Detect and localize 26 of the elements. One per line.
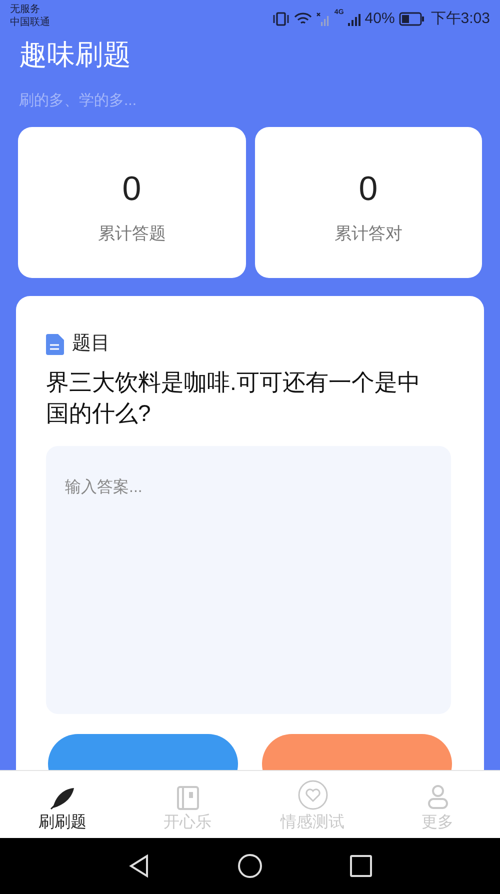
- stat-label: 累计答对: [334, 223, 402, 245]
- signal-icon: [316, 12, 330, 26]
- battery-percent: 40%: [364, 9, 395, 29]
- page-subtitle: 刷的多、学的多...: [19, 91, 138, 111]
- no-service-text: 无服务: [10, 3, 41, 16]
- page-title: 趣味刷题: [19, 38, 132, 72]
- person-icon: [426, 784, 448, 810]
- carrier-name: 中国联通: [10, 16, 50, 29]
- signal-icon: [348, 12, 361, 26]
- stat-label: 累计答题: [98, 223, 166, 245]
- recent-apps-icon[interactable]: [350, 855, 372, 877]
- question-text: 界三大饮料是咖啡.可可还有一个是中国的什么?: [46, 368, 422, 428]
- back-icon[interactable]: [128, 854, 150, 878]
- clock-time: 下午3:03: [430, 9, 490, 29]
- question-heading: 题目: [72, 332, 110, 356]
- document-icon: [46, 334, 64, 355]
- battery-icon: [398, 12, 425, 26]
- home-icon[interactable]: [238, 854, 262, 878]
- tab-item[interactable]: 刷刷题: [0, 771, 125, 838]
- stat-value: 0: [358, 169, 378, 209]
- notebook-icon: [176, 786, 198, 810]
- wifi-icon: [294, 12, 312, 26]
- answer-field[interactable]: 输入答案...: [46, 446, 451, 714]
- feather-icon: [50, 786, 76, 810]
- vibrate-icon: [272, 12, 290, 26]
- stat-value: 0: [122, 169, 142, 209]
